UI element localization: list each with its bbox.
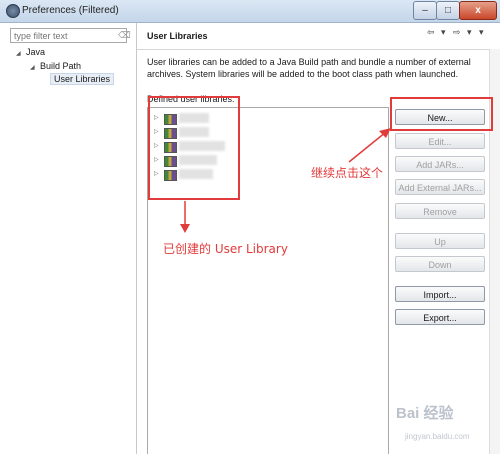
created-library-annotation: 已创建的 User Library xyxy=(163,242,288,256)
down-arrow-head-icon xyxy=(180,224,190,233)
continue-click-annotation: 继续点击这个 xyxy=(311,166,384,180)
watermark-url: jingyan.baidu.com xyxy=(405,432,470,441)
diagonal-arrow-line xyxy=(348,131,387,163)
annotation-arrows xyxy=(180,128,391,233)
